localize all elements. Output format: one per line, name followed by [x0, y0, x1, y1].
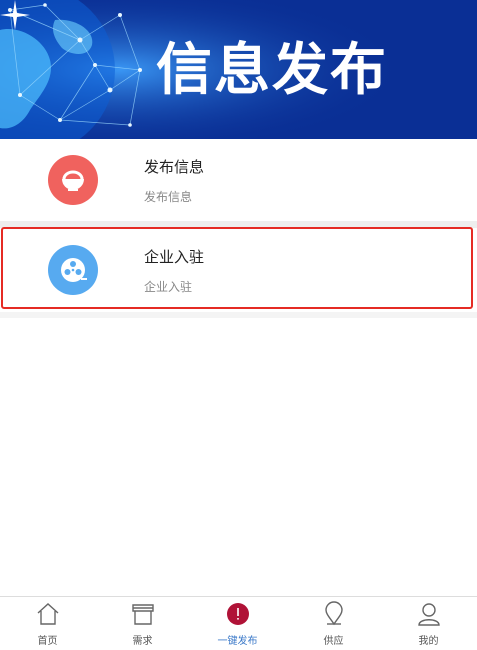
tab-label: 需求: [132, 636, 153, 647]
user-icon: [418, 603, 440, 626]
tab-publish[interactable]: 一键发布: [190, 597, 285, 650]
sparkle-icon: [0, 0, 30, 30]
tab-mine[interactable]: 我的: [381, 597, 476, 650]
tab-label: 一键发布: [217, 636, 258, 647]
item-subtitle: 发布信息: [144, 190, 193, 204]
banner-title: 信息发布: [156, 37, 388, 103]
tab-label: 供应: [323, 636, 344, 647]
selection-highlight: [1, 227, 473, 309]
tab-home[interactable]: 首页: [0, 597, 95, 650]
section-divider: [0, 312, 477, 318]
home-icon: [37, 603, 59, 625]
list-item-publish-info[interactable]: 发布信息 发布信息: [0, 139, 477, 221]
publish-icon: [227, 603, 249, 625]
bottom-tab-bar: 首页 需求 一键发布 供应 我的: [0, 596, 477, 649]
location-pin-icon: [325, 601, 343, 626]
store-icon: [132, 604, 154, 625]
bowl-icon: [48, 155, 98, 205]
header-banner: 信息发布: [0, 0, 477, 139]
item-title: 发布信息: [144, 158, 205, 176]
tab-label: 我的: [418, 636, 439, 647]
tab-demand[interactable]: 需求: [95, 597, 190, 650]
tab-label: 首页: [37, 636, 58, 647]
tab-supply[interactable]: 供应: [286, 597, 381, 650]
